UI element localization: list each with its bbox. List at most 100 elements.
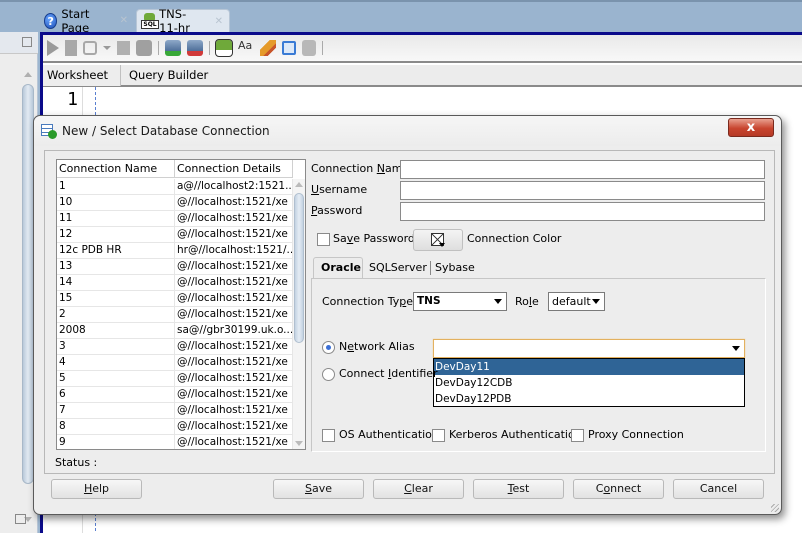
column-header-connection-name[interactable]: Connection Name (57, 160, 175, 178)
save-password-checkbox[interactable] (317, 233, 330, 246)
tab-query-builder[interactable]: Query Builder (125, 65, 225, 86)
connect-identifier-radio[interactable] (322, 368, 335, 381)
table-row[interactable]: 1 a@//localhost2:1521... (57, 179, 293, 195)
tab-sqlserver[interactable]: SQLServer (369, 259, 427, 279)
database-connection-icon (41, 124, 57, 139)
connection-name-cell: 10 (57, 195, 175, 210)
kerberos-authentication-label[interactable]: Kerberos Authentication (449, 428, 582, 441)
network-alias-select[interactable] (433, 339, 745, 358)
table-row[interactable]: 9 @//localhost:1521/xe (57, 435, 293, 449)
connection-color-button[interactable] (413, 229, 463, 251)
table-row[interactable]: 10 @//localhost:1521/xe (57, 195, 293, 211)
minimize-panel-icon[interactable] (15, 514, 26, 524)
cancel-button[interactable]: Cancel (673, 479, 764, 499)
run-statement-icon[interactable] (47, 40, 59, 56)
tab-separator (430, 261, 431, 275)
network-alias-label[interactable]: Network Alias (339, 340, 415, 353)
table-row[interactable]: 6 @//localhost:1521/xe (57, 387, 293, 403)
os-authentication-checkbox[interactable] (322, 429, 335, 442)
sql-tuning-icon[interactable] (136, 40, 152, 56)
connection-details-cell: @//localhost:1521/xe (175, 275, 293, 290)
run-script-icon[interactable] (65, 40, 77, 56)
close-icon: x (746, 120, 756, 135)
close-tab-icon[interactable]: ✕ (120, 15, 128, 26)
network-alias-radio[interactable] (322, 341, 335, 354)
scroll-up-icon[interactable] (24, 72, 32, 77)
proxy-connection-label[interactable]: Proxy Connection (588, 428, 684, 441)
sql-history-icon[interactable] (282, 41, 296, 55)
connection-details-cell: hr@//localhost:1521/... (177, 243, 293, 258)
commit-icon[interactable] (165, 40, 181, 56)
table-row[interactable]: 2 @//localhost:1521/xe (57, 307, 293, 323)
column-header-connection-details[interactable]: Connection Details (175, 160, 293, 178)
username-input[interactable] (400, 181, 765, 200)
tab-sybase[interactable]: Sybase (435, 259, 475, 279)
tab-worksheet[interactable]: Worksheet (43, 65, 121, 86)
clear-button[interactable]: Clear (373, 479, 464, 499)
connection-details-cell: sa@//gbr30199.uk.o... (177, 323, 293, 338)
scroll-down-icon[interactable] (295, 441, 303, 446)
connection-details-cell: @//localhost:1521/xe (175, 435, 293, 449)
connection-details-cell: a@//localhost2:1521... (177, 179, 293, 194)
os-authentication-label[interactable]: OS Authentication (339, 428, 439, 441)
table-row[interactable]: 12c PDB HR hr@//localhost:1521/... (57, 243, 293, 259)
network-alias-option[interactable]: DevDay12PDB (434, 391, 744, 407)
resize-grip-icon[interactable] (771, 504, 779, 512)
connection-type-select[interactable]: TNS (413, 292, 507, 311)
toolbar-separator (322, 41, 323, 55)
close-tab-icon[interactable]: ✕ (215, 16, 223, 27)
tab-start-page[interactable]: ? Start Page ✕ (40, 7, 134, 35)
proxy-connection-checkbox[interactable] (571, 429, 584, 442)
connection-details-cell: @//localhost:1521/xe (175, 403, 293, 418)
help-button[interactable]: Help (51, 479, 142, 499)
connection-name-cell: 5 (57, 371, 175, 386)
table-row[interactable]: 8 @//localhost:1521/xe (57, 419, 293, 435)
rollback-icon[interactable] (187, 40, 203, 56)
close-button[interactable]: x (728, 118, 774, 137)
table-row[interactable]: 12 @//localhost:1521/xe (57, 227, 293, 243)
editor-tabs: Worksheet Query Builder (43, 65, 802, 87)
table-row[interactable]: 4 @//localhost:1521/xe (57, 355, 293, 371)
table-row[interactable]: 13 @//localhost:1521/xe (57, 259, 293, 275)
format-icon[interactable] (302, 40, 316, 56)
to-upper-lower-icon[interactable]: Aa (238, 40, 254, 56)
worksheet-toolbar: Aa (43, 35, 802, 63)
table-scrollbar[interactable] (293, 179, 305, 449)
table-row[interactable]: 11 @//localhost:1521/xe (57, 211, 293, 227)
connection-name-input[interactable] (400, 160, 765, 179)
kerberos-authentication-checkbox[interactable] (432, 429, 445, 442)
table-row[interactable]: 3 @//localhost:1521/xe (57, 339, 293, 355)
dropdown-arrow-icon[interactable] (103, 46, 111, 50)
database-type-tabs: Oracle SQLServer Sybase (311, 257, 766, 279)
table-row[interactable]: 2008 sa@//gbr30199.uk.o... (57, 323, 293, 339)
tab-oracle[interactable]: Oracle (313, 257, 363, 279)
connection-name-cell: 6 (57, 387, 175, 402)
dialog-title-bar[interactable]: New / Select Database Connection x (34, 116, 781, 146)
save-password-label[interactable]: Save Password (333, 232, 415, 245)
tab-tns-11-hr[interactable]: SQL TNS-11-hr ✕ (136, 7, 230, 35)
scrollbar-thumb[interactable] (294, 193, 304, 343)
clear-icon[interactable] (260, 40, 276, 56)
table-row[interactable]: 7 @//localhost:1521/xe (57, 403, 293, 419)
unshared-worksheet-icon[interactable] (215, 39, 233, 57)
table-rows: 1 a@//localhost2:1521... 10 @//localhost:15… (57, 179, 293, 449)
explain-plan-icon[interactable] (117, 41, 130, 55)
network-alias-option[interactable]: DevDay11 (434, 359, 744, 375)
connect-button[interactable]: Connect (573, 479, 664, 499)
navigator-header (0, 32, 38, 54)
autotrace-icon[interactable] (83, 41, 97, 55)
save-button[interactable]: Save (273, 479, 364, 499)
new-select-connection-dialog: New / Select Database Connection x Conne… (33, 115, 782, 515)
password-input[interactable] (400, 202, 765, 221)
connect-identifier-label[interactable]: Connect Identifier (339, 367, 438, 380)
table-row[interactable]: 14 @//localhost:1521/xe (57, 275, 293, 291)
table-row[interactable]: 5 @//localhost:1521/xe (57, 371, 293, 387)
line-number: 1 (67, 89, 78, 110)
scroll-up-icon[interactable] (295, 182, 303, 187)
connection-details-cell: @//localhost:1521/xe (175, 355, 293, 370)
role-select[interactable]: default (548, 292, 605, 311)
test-button[interactable]: Test (473, 479, 564, 499)
table-row[interactable]: 15 @//localhost:1521/xe (57, 291, 293, 307)
minimize-icon[interactable] (22, 37, 32, 47)
network-alias-option[interactable]: DevDay12CDB (434, 375, 744, 391)
